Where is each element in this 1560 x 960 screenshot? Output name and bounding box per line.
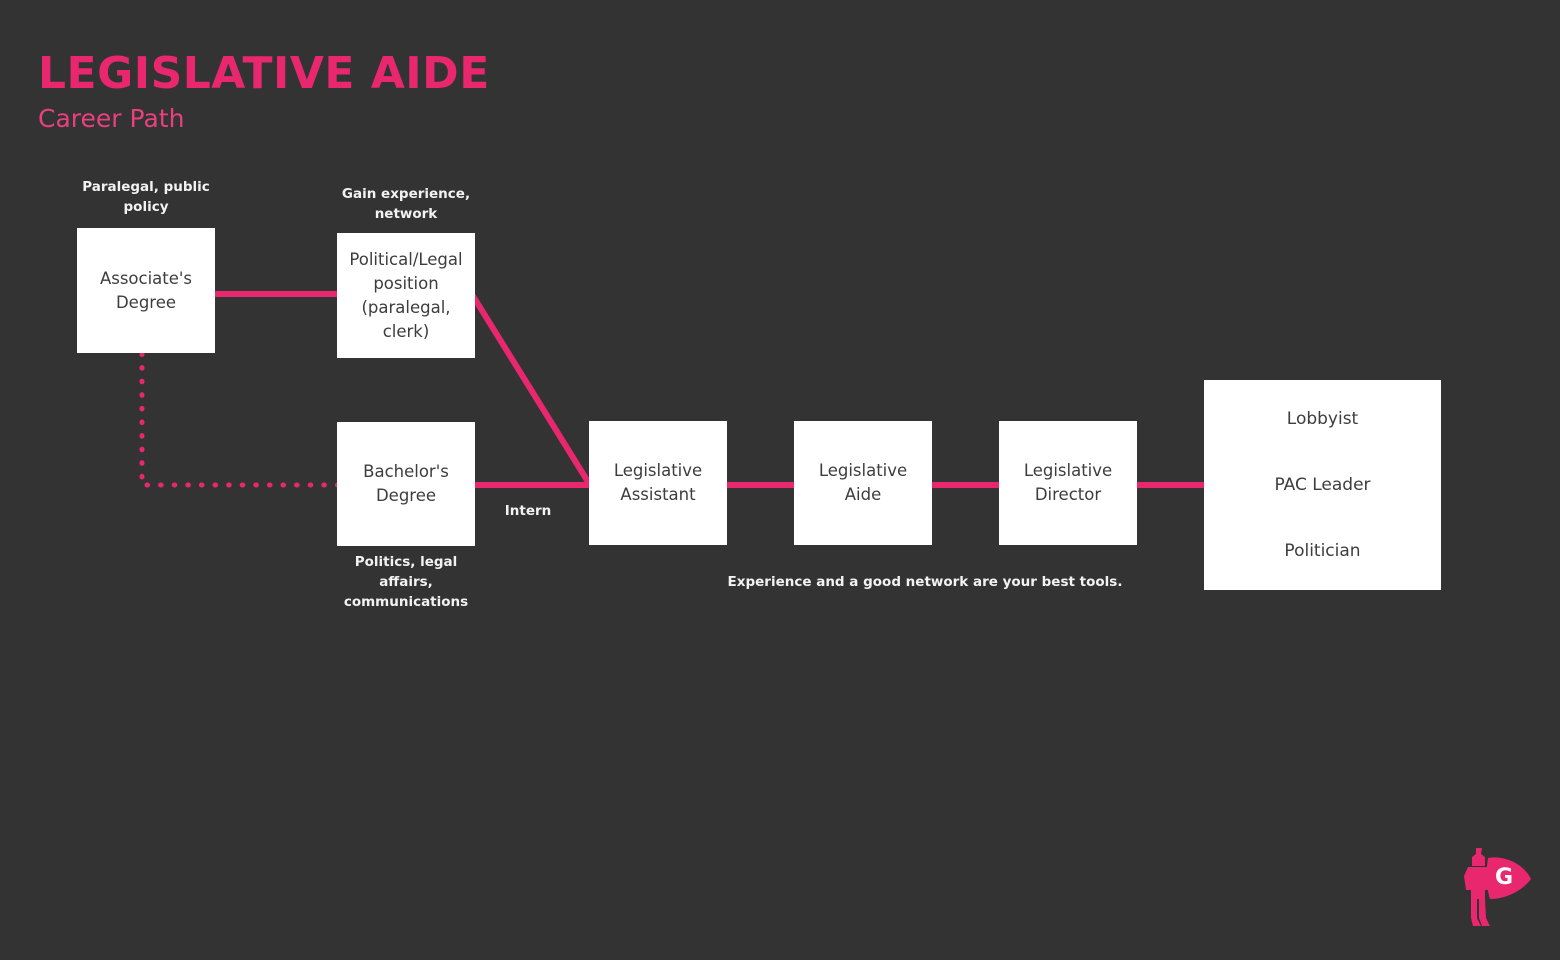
node-associates-degree-line1: Associate's [99,268,193,288]
annotation-political-note: Gain experience, network [321,184,491,224]
node-political-legal-line3: (paralegal, [361,297,451,317]
node-bachelors-degree-line2: Degree [375,486,437,505]
header: LEGISLATIVE AIDE Career Path [38,48,738,134]
logo-letter-g: G [1495,865,1513,890]
node-associates-degree-line2: Degree [115,292,177,312]
node-legislative-aide-line1: Legislative [818,461,908,480]
annotation-associates-note: Paralegal, public policy [61,177,231,217]
annotation-political-note-line2: network [374,206,438,222]
node-outcomes-politician: Politician [1284,541,1361,561]
annotation-bachelors-note-line1: Politics, legal [354,554,458,570]
annotation-intern-label: Intern [504,503,552,519]
annotation-bachelors-note-line2: affairs, [379,574,433,590]
node-political-legal-line2: position [373,273,439,293]
node-legislative-director[interactable]: Legislative Director [999,421,1137,545]
node-legislative-director-line1: Legislative [1023,461,1113,480]
node-political-legal-position[interactable]: Political/Legal position (paralegal, cle… [337,233,475,358]
node-outcomes-lobbyist: Lobbyist [1286,409,1359,429]
node-legislative-director-line2: Director [1034,485,1102,504]
superhero-g-logo: G [1464,848,1531,926]
page-subtitle: Career Path [38,104,185,133]
node-legislative-assistant-line1: Legislative [613,461,703,480]
node-legislative-aide-line2: Aide [844,485,882,504]
annotation-bachelors-note-line3: communications [343,594,469,610]
node-political-legal-line1: Political/Legal [349,249,463,269]
page-title: LEGISLATIVE AIDE [38,48,490,99]
annotation-footer-note: Experience and a good network are your b… [727,574,1123,590]
logo-leg-second [1479,899,1490,926]
logo-torso [1464,867,1492,899]
node-outcomes[interactable]: Lobbyist PAC Leader Politician [1204,380,1441,590]
wire-associates-to-bachelors-dotted [139,351,342,488]
annotation-bachelors-note: Politics, legal affairs, communications [321,552,491,612]
node-bachelors-degree-line1: Bachelor's [363,462,449,481]
wire-political-to-assistant [470,294,593,487]
annotation-political-note-line1: Gain experience, [341,186,471,202]
node-associates-degree[interactable]: Associate's Degree [77,228,215,353]
node-bachelors-degree[interactable]: Bachelor's Degree [337,422,475,546]
node-legislative-assistant[interactable]: Legislative Assistant [589,421,727,545]
node-legislative-aide[interactable]: Legislative Aide [794,421,932,545]
node-outcomes-pac-leader: PAC Leader [1274,475,1371,495]
annotation-associates-note-line2: policy [123,199,169,215]
logo-head [1472,848,1485,866]
node-legislative-assistant-line2: Assistant [620,485,696,504]
career-path-infographic: LEGISLATIVE AIDE Career Path Associate's… [0,0,1560,960]
annotation-associates-note-line1: Paralegal, public [82,179,210,195]
node-political-legal-line4: clerk) [382,321,430,341]
